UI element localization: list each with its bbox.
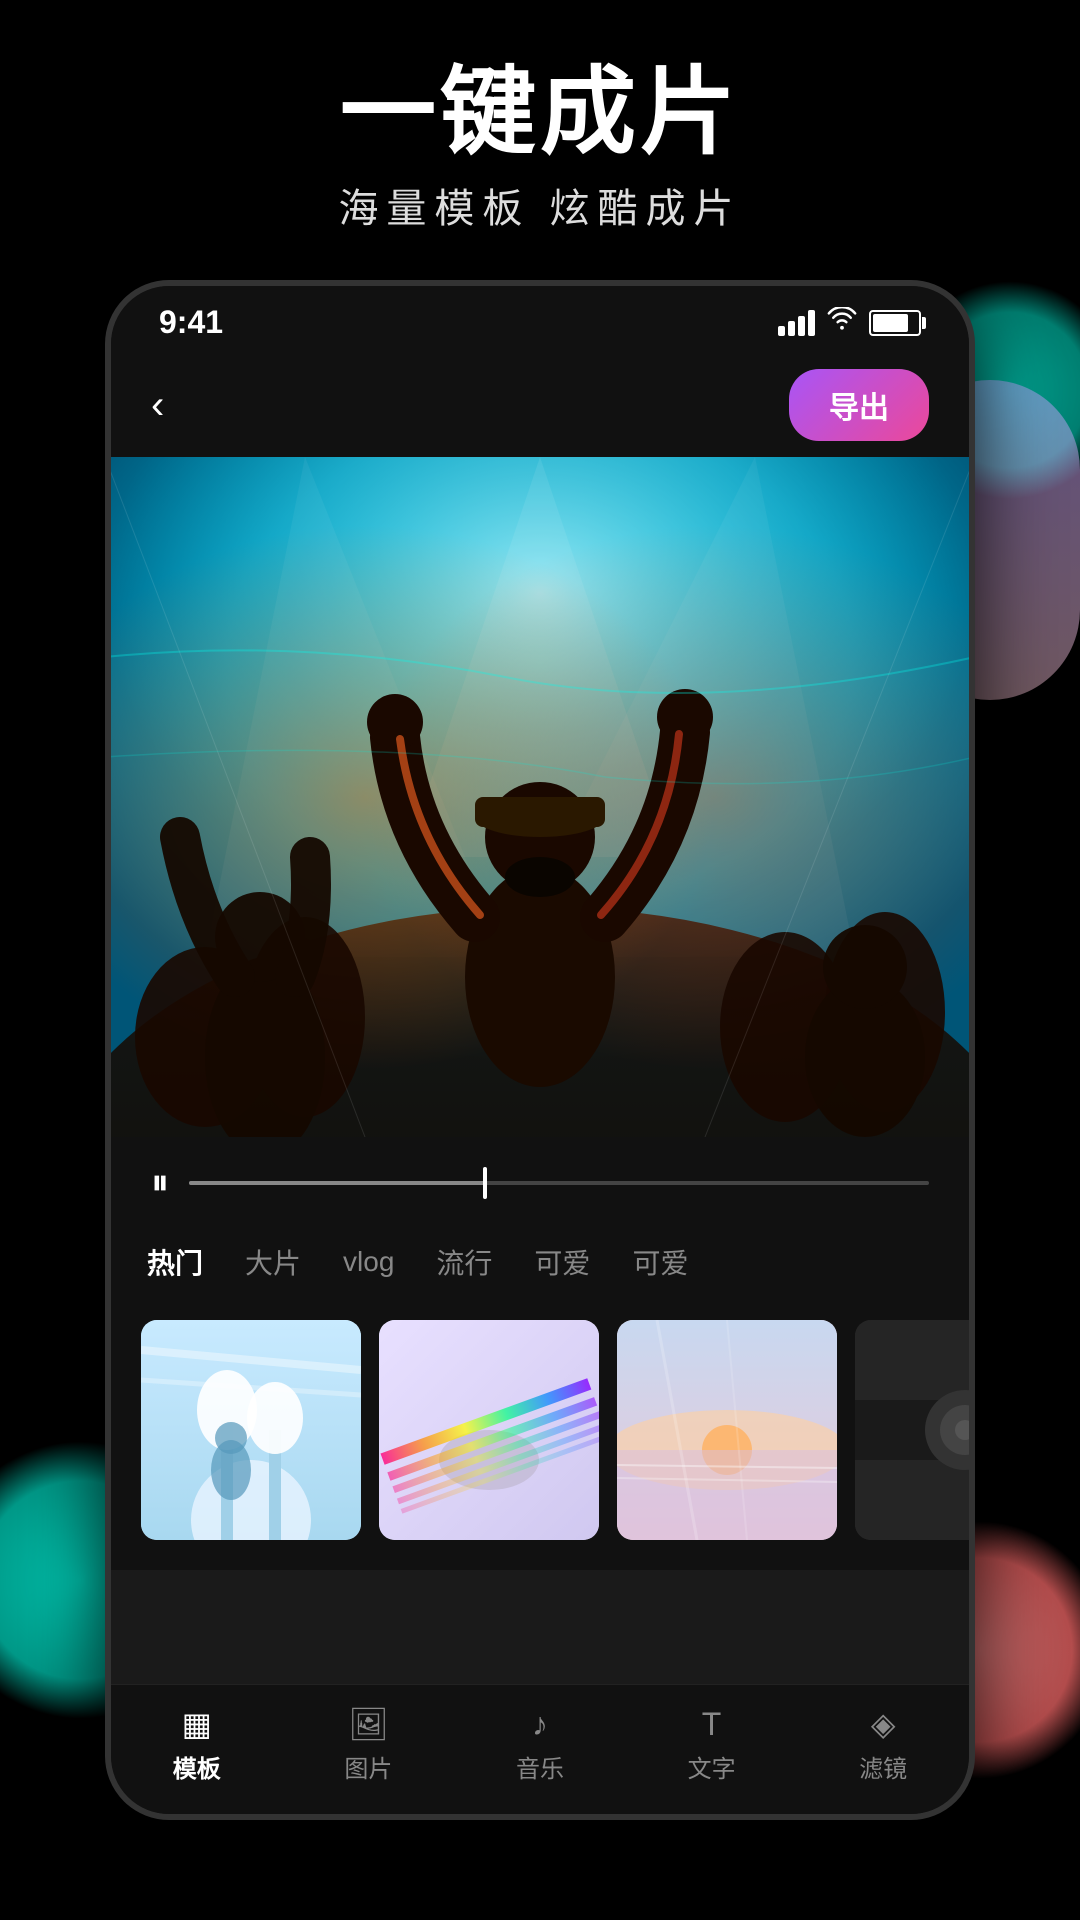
signal-bar-1	[778, 326, 785, 336]
back-button[interactable]: ‹	[151, 383, 164, 428]
playback-area: ⏸	[111, 1137, 969, 1224]
bottom-tab-音乐[interactable]: ♪ 音乐	[516, 1706, 564, 1784]
hero-title: 一键成片	[0, 60, 1080, 166]
battery-icon	[869, 310, 921, 336]
category-tab-2[interactable]: vlog	[337, 1238, 400, 1286]
timeline-progress	[189, 1181, 485, 1185]
bottom-tab-label-4: 滤镜	[859, 1749, 907, 1784]
template-thumb-1[interactable]	[141, 1320, 361, 1540]
bottom-tab-label-2: 音乐	[516, 1749, 564, 1784]
concert-image	[111, 457, 969, 1137]
template-grid	[111, 1300, 969, 1570]
template-thumb-2[interactable]	[379, 1320, 599, 1540]
battery-fill	[873, 314, 908, 332]
bottom-tab-滤镜[interactable]: ◈ 滤镜	[859, 1705, 907, 1784]
timeline-thumb	[483, 1167, 487, 1199]
category-tab-3[interactable]: 流行	[430, 1234, 498, 1290]
top-nav: ‹ 导出	[111, 353, 969, 457]
export-button[interactable]: 导出	[789, 369, 929, 441]
signal-icon	[778, 310, 815, 336]
bottom-tab-icon-2: ♪	[532, 1706, 548, 1743]
category-tab-0[interactable]: 热门	[141, 1234, 209, 1290]
timeline-bar[interactable]	[189, 1181, 929, 1185]
bottom-tab-icon-1: 🖼	[348, 1705, 389, 1743]
category-tab-4[interactable]: 可爱	[528, 1234, 596, 1290]
phone-mockup: 9:41 ‹ 导出	[105, 280, 975, 1820]
signal-bar-3	[798, 316, 805, 336]
bottom-tab-icon-3: T	[702, 1706, 722, 1743]
status-icons	[778, 307, 921, 338]
bottom-tab-图片[interactable]: 🖼 图片	[344, 1705, 392, 1784]
bottom-tab-icon-0: ▦	[182, 1705, 212, 1743]
bottom-tab-bar: ▦ 模板 🖼 图片 ♪ 音乐 T 文字 ◈ 滤镜	[111, 1684, 969, 1814]
bottom-tab-label-3: 文字	[688, 1749, 736, 1784]
bottom-tab-模板[interactable]: ▦ 模板	[173, 1705, 221, 1784]
wifi-icon	[827, 307, 857, 338]
pause-button[interactable]: ⏸	[151, 1161, 169, 1204]
video-area	[111, 457, 969, 1137]
status-time: 9:41	[159, 304, 223, 341]
bottom-tab-文字[interactable]: T 文字	[688, 1706, 736, 1784]
hero-text-area: 一键成片 海量模板 炫酷成片	[0, 60, 1080, 234]
signal-bar-2	[788, 321, 795, 336]
status-bar: 9:41	[111, 286, 969, 353]
hero-subtitle: 海量模板 炫酷成片	[0, 176, 1080, 234]
template-thumb-3[interactable]	[617, 1320, 837, 1540]
template-thumb-4[interactable]	[855, 1320, 969, 1540]
bottom-tab-icon-4: ◈	[871, 1705, 896, 1743]
bottom-tab-label-1: 图片	[344, 1749, 392, 1784]
category-tabs: 热门大片vlog流行可爱可爱	[111, 1224, 969, 1300]
category-tab-1[interactable]: 大片	[239, 1234, 307, 1290]
category-tab-5[interactable]: 可爱	[626, 1234, 694, 1290]
bottom-tab-label-0: 模板	[173, 1749, 221, 1784]
signal-bar-4	[808, 310, 815, 336]
